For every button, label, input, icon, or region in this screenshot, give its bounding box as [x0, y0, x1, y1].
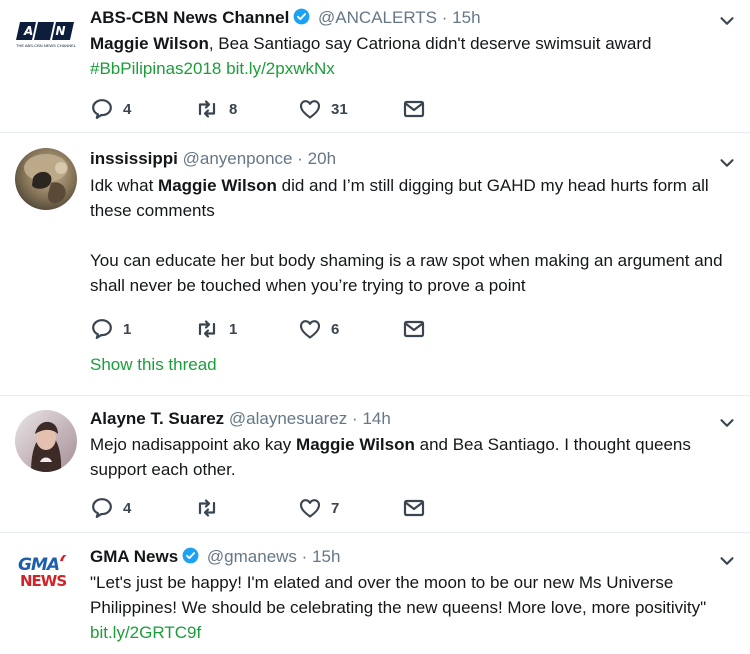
envelope-icon [402, 97, 426, 121]
gma-logo-swirl-icon [60, 555, 72, 561]
reply-count: 1 [123, 320, 132, 338]
mention-bold: Maggie Wilson [90, 34, 209, 53]
tweet-actions: 4 8 31 [90, 97, 506, 121]
like-count: 6 [331, 320, 340, 338]
mention-bold: Maggie Wilson [158, 176, 277, 195]
tweet[interactable]: GMA NEWS GMA News @gmanews · 15h "Let's … [0, 533, 750, 654]
reply-button[interactable]: 4 [90, 97, 194, 121]
timestamp[interactable]: 15h [452, 8, 480, 27]
message-button[interactable] [402, 496, 506, 520]
show-thread-link[interactable]: Show this thread [90, 355, 217, 375]
retweet-count: 8 [229, 100, 238, 118]
retweet-button[interactable]: 8 [194, 97, 298, 121]
text-segment: Mejo nadisappoint ako kay [90, 435, 297, 454]
verified-icon [181, 546, 200, 571]
like-button[interactable]: 7 [298, 496, 402, 520]
author-handle[interactable]: @anyenponce [183, 149, 293, 168]
verified-icon [292, 7, 311, 32]
retweet-button[interactable]: 1 [194, 317, 298, 341]
chevron-down-icon[interactable] [716, 152, 738, 174]
text-paragraph: You can educate her but body shaming is … [90, 251, 723, 295]
reply-icon [90, 97, 114, 121]
mention-bold: Maggie Wilson [296, 435, 415, 454]
reply-button[interactable]: 1 [90, 317, 194, 341]
chevron-down-icon[interactable] [716, 412, 738, 434]
timestamp[interactable]: 20h [308, 149, 336, 168]
text-segment: "Let's just be happy! I'm elated and ove… [90, 573, 707, 617]
heart-icon [298, 97, 322, 121]
tweet-header: Alayne T. Suarez @alaynesuarez · 14h [90, 408, 391, 430]
like-count: 31 [331, 100, 348, 118]
avatar-photo-icon [31, 421, 62, 472]
author-name[interactable]: GMA News [90, 547, 178, 566]
author-name[interactable]: Alayne T. Suarez [90, 409, 224, 428]
avatar[interactable] [15, 148, 77, 210]
separator-dot: · [352, 409, 358, 428]
chevron-down-icon[interactable] [716, 10, 738, 32]
timestamp[interactable]: 14h [362, 409, 390, 428]
tweet[interactable]: A N C THE ABS-CBN NEWS CHANNEL ABS-CBN N… [0, 0, 750, 133]
separator-dot: · [297, 149, 303, 168]
tweet[interactable]: Alayne T. Suarez @alaynesuarez · 14h Mej… [0, 396, 750, 533]
envelope-icon [402, 496, 426, 520]
tweet[interactable]: inssissippi @anyenponce · 20h Idk what M… [0, 133, 750, 396]
separator-dot: · [301, 547, 308, 566]
avatar-anc[interactable]: A N C THE ABS-CBN NEWS CHANNEL [16, 18, 78, 58]
author-handle[interactable]: @gmanews [207, 547, 297, 566]
author-handle[interactable]: @ANCALERTS [318, 8, 437, 27]
avatar-photo-icon [24, 154, 68, 204]
like-count: 7 [331, 499, 340, 517]
avatar[interactable] [15, 410, 77, 472]
tweet-text: Idk what Maggie Wilson did and I’m still… [90, 173, 726, 298]
reply-icon [90, 496, 114, 520]
author-name[interactable]: ABS-CBN News Channel [90, 8, 289, 27]
heart-icon [298, 317, 322, 341]
like-button[interactable]: 31 [298, 97, 402, 121]
url-link[interactable]: bit.ly/2GRTC9f [90, 623, 201, 642]
gma-logo-line2: NEWS [20, 572, 67, 590]
tweet-actions: 1 1 6 [90, 317, 506, 341]
hashtag-link[interactable]: #BbPilipinas2018 [90, 59, 221, 78]
like-button[interactable]: 6 [298, 317, 402, 341]
reply-icon [90, 317, 114, 341]
heart-icon [298, 496, 322, 520]
reply-count: 4 [123, 499, 132, 517]
separator-dot: · [441, 8, 448, 27]
chevron-down-icon[interactable] [716, 550, 738, 572]
tweet-actions: 4 7 [90, 496, 506, 520]
retweet-button[interactable] [194, 496, 298, 520]
anc-logo-subtext: THE ABS-CBN NEWS CHANNEL [16, 43, 77, 48]
reply-button[interactable]: 4 [90, 496, 194, 520]
retweet-icon [194, 97, 220, 121]
reply-count: 4 [123, 100, 132, 118]
anc-logo-text: A N C [16, 24, 75, 56]
text-segment: , Bea Santiago say Catriona didn't deser… [208, 34, 652, 53]
envelope-icon [402, 317, 426, 341]
timestamp[interactable]: 15h [312, 547, 340, 566]
retweet-icon [194, 317, 220, 341]
text-segment: Idk what [90, 176, 159, 195]
message-button[interactable] [402, 317, 506, 341]
author-name[interactable]: inssissippi [90, 149, 178, 168]
tweet-text: Maggie Wilson, Bea Santiago say Catriona… [90, 31, 726, 81]
url-link[interactable]: bit.ly/2pxwkNx [226, 59, 335, 78]
retweet-count: 1 [229, 320, 238, 338]
tweet-text: "Let's just be happy! I'm elated and ove… [90, 570, 726, 645]
author-handle[interactable]: @alaynesuarez [229, 409, 347, 428]
tweet-header: GMA News @gmanews · 15h [90, 546, 340, 571]
tweet-header: ABS-CBN News Channel @ANCALERTS · 15h [90, 7, 481, 32]
tweet-header: inssissippi @anyenponce · 20h [90, 148, 336, 170]
avatar-gma[interactable]: GMA NEWS [18, 555, 74, 595]
retweet-icon [194, 496, 220, 520]
tweet-text: Mejo nadisappoint ako kay Maggie Wilson … [90, 432, 726, 482]
message-button[interactable] [402, 97, 506, 121]
